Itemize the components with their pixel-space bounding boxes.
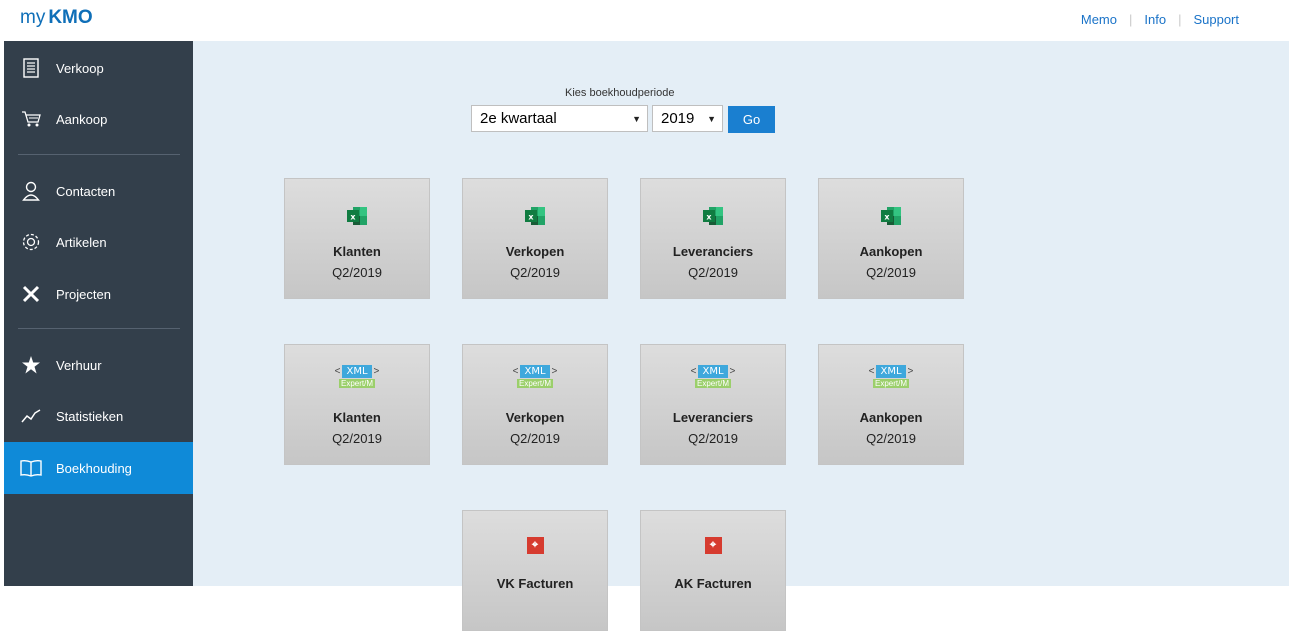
tile-period: Q2/2019 [866, 431, 916, 446]
dropdown-arrow-icon: ▼ [707, 114, 716, 124]
top-links: Memo | Info | Support [1081, 12, 1239, 27]
xml-icon: < XML > Expert/M [512, 365, 558, 388]
tile-title: VK Facturen [496, 576, 574, 591]
tile-period: Q2/2019 [332, 265, 382, 280]
sidebar-divider [18, 154, 180, 155]
tile-title: Leveranciers [672, 244, 754, 259]
xml-icon: < XML > Expert/M [690, 365, 736, 388]
gear-icon [18, 229, 44, 255]
sidebar-item-statistieken[interactable]: Statistieken [4, 390, 193, 442]
tile-title: AK Facturen [674, 576, 752, 591]
sidebar-item-label: Contacten [56, 183, 116, 199]
year-select[interactable]: 2019 ▼ [652, 105, 723, 132]
xml-icon: < XML > Expert/M [334, 365, 380, 388]
pdf-tile-ak-facturen[interactable]: ⌖ AK Facturen [640, 510, 786, 631]
top-header: my KMO Memo | Info | Support [0, 0, 1289, 41]
tile-period: Q2/2019 [332, 431, 382, 446]
logo-prefix: my [20, 7, 46, 28]
cart-icon [18, 106, 44, 132]
tile-period: Q2/2019 [688, 265, 738, 280]
dropdown-arrow-icon: ▼ [632, 114, 641, 124]
sidebar-item-label: Artikelen [56, 234, 107, 250]
xml-tile-verkopen[interactable]: < XML > Expert/M Verkopen Q2/2019 [462, 344, 608, 465]
go-button[interactable]: Go [728, 106, 775, 133]
person-icon [18, 178, 44, 204]
excel-icon: x [641, 206, 785, 226]
tile-title: Verkopen [505, 410, 565, 425]
link-separator: | [1178, 12, 1182, 27]
sidebar-item-verhuur[interactable]: Verhuur [4, 339, 193, 391]
period-label: Kies boekhoudperiode [565, 87, 675, 99]
sidebar-item-aankoop[interactable]: Aankoop [4, 93, 193, 145]
support-link[interactable]: Support [1193, 12, 1239, 27]
excel-tile-verkopen[interactable]: x Verkopen Q2/2019 [462, 178, 608, 299]
year-value: 2019 [661, 110, 695, 127]
tile-title: Klanten [333, 244, 381, 259]
excel-icon: x [463, 206, 607, 226]
tile-period: Q2/2019 [688, 431, 738, 446]
pdf-tile-vk-facturen[interactable]: ⌖ VK Facturen [462, 510, 608, 631]
pdf-icon: ⌖ [641, 537, 785, 554]
document-icon [18, 55, 44, 81]
sidebar: Verkoop Aankoop Contacten Artikelen Proj… [4, 41, 193, 586]
app-logo[interactable]: my KMO [20, 7, 93, 29]
excel-tile-klanten[interactable]: x Klanten Q2/2019 [284, 178, 430, 299]
svg-text:x: x [884, 213, 890, 222]
link-separator: | [1128, 12, 1133, 27]
excel-icon: x [285, 206, 429, 226]
line-chart-icon [18, 403, 44, 429]
pdf-icon: ⌖ [463, 537, 607, 554]
tile-period: Q2/2019 [510, 431, 560, 446]
quarter-value: 2e kwartaal [480, 110, 557, 127]
xml-tile-aankopen[interactable]: < XML > Expert/M Aankopen Q2/2019 [818, 344, 964, 465]
sidebar-item-label: Verkoop [56, 60, 104, 76]
memo-link[interactable]: Memo [1081, 12, 1117, 27]
svg-text:x: x [706, 213, 712, 222]
sidebar-item-label: Verhuur [56, 357, 102, 373]
sidebar-divider [18, 328, 180, 329]
xml-tile-leveranciers[interactable]: < XML > Expert/M Leveranciers Q2/2019 [640, 344, 786, 465]
sidebar-item-label: Aankoop [56, 111, 108, 127]
star-icon [18, 352, 44, 378]
sidebar-item-verkoop[interactable]: Verkoop [4, 42, 193, 94]
xml-icon: < XML > Expert/M [868, 365, 914, 388]
sidebar-item-contacten[interactable]: Contacten [4, 165, 193, 217]
sidebar-item-label: Statistieken [56, 408, 124, 424]
tools-icon [18, 281, 44, 307]
excel-icon: x [819, 206, 963, 226]
tile-period: Q2/2019 [510, 265, 560, 280]
svg-text:x: x [350, 213, 356, 222]
quarter-select[interactable]: 2e kwartaal ▼ [471, 105, 648, 132]
tile-title: Aankopen [859, 410, 923, 425]
info-link[interactable]: Info [1144, 12, 1166, 27]
tile-period: Q2/2019 [866, 265, 916, 280]
svg-text:x: x [528, 213, 534, 222]
tile-title: Aankopen [859, 244, 923, 259]
sidebar-item-label: Projecten [56, 286, 111, 302]
excel-tile-aankopen[interactable]: x Aankopen Q2/2019 [818, 178, 964, 299]
tile-title: Leveranciers [672, 410, 754, 425]
sidebar-item-artikelen[interactable]: Artikelen [4, 216, 193, 268]
sidebar-item-boekhouding[interactable]: Boekhouding [4, 442, 193, 494]
main-content: Kies boekhoudperiode 2e kwartaal ▼ 2019 … [193, 41, 1289, 631]
tile-title: Klanten [333, 410, 381, 425]
sidebar-item-projecten[interactable]: Projecten [4, 268, 193, 320]
xml-tile-klanten[interactable]: < XML > Expert/M Klanten Q2/2019 [284, 344, 430, 465]
tile-title: Verkopen [505, 244, 565, 259]
excel-tile-leveranciers[interactable]: x Leveranciers Q2/2019 [640, 178, 786, 299]
book-icon [18, 455, 44, 481]
logo-brand: KMO [48, 7, 93, 28]
sidebar-item-label: Boekhouding [56, 460, 132, 476]
